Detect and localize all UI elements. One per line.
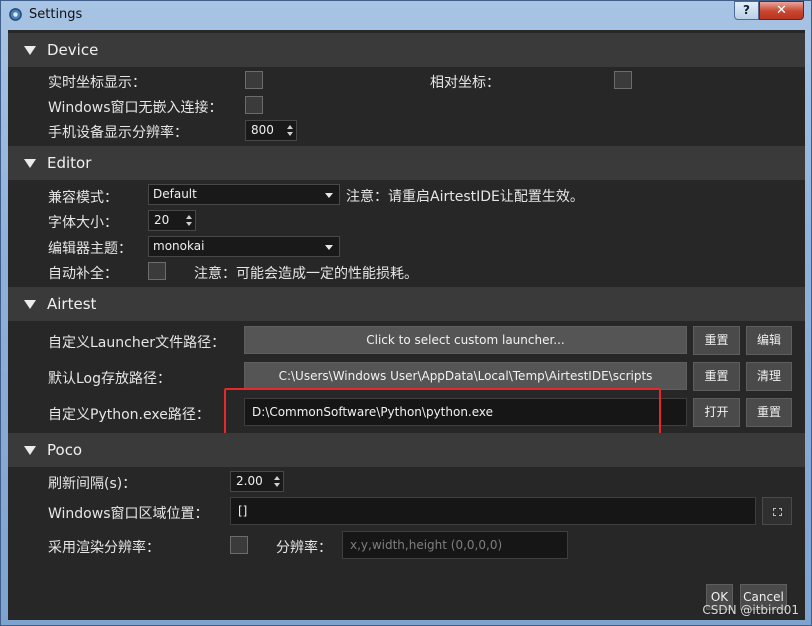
autocomplete-checkbox[interactable] [148, 262, 166, 280]
section-device-header[interactable]: Device [8, 33, 805, 67]
theme-label: 编辑器主题： [48, 241, 132, 257]
log-reset-button[interactable]: 重置 [693, 362, 740, 391]
realtime-coords-label: 实时坐标显示： [48, 75, 146, 91]
relative-coords-label: 相对坐标： [430, 75, 500, 91]
window-region-field[interactable]: [] [230, 497, 756, 525]
gear-icon [9, 8, 22, 21]
python-open-button[interactable]: 打开 [693, 398, 740, 427]
font-size-label: 字体大小： [48, 215, 118, 231]
section-airtest-header[interactable]: Airtest [8, 287, 805, 321]
select-value: Default [153, 187, 197, 201]
collapse-arrow-icon [24, 300, 36, 309]
spin-down-icon[interactable] [274, 483, 280, 487]
phone-resolution-spinbox[interactable]: 800 [245, 120, 297, 141]
title-bar[interactable]: Settings ? ✕ [1, 1, 811, 29]
font-size-spinbox[interactable]: 20 [148, 210, 196, 231]
fullscreen-icon [773, 508, 782, 516]
collapse-arrow-icon [24, 446, 36, 455]
resolution-input[interactable]: x,y,width,height (0,0,0,0) [342, 531, 568, 559]
chevron-down-icon [325, 245, 333, 250]
spin-down-icon[interactable] [186, 222, 192, 226]
autocomplete-label: 自动补全： [48, 266, 118, 282]
section-poco-header[interactable]: Poco [8, 433, 805, 467]
window-title: Settings [29, 7, 83, 22]
phone-resolution-label: 手机设备显示分辨率： [48, 125, 188, 141]
spin-down-icon[interactable] [287, 132, 293, 136]
help-button[interactable]: ? [734, 1, 759, 20]
render-resolution-label: 采用渲染分辨率： [48, 540, 160, 556]
refresh-interval-spinbox[interactable]: 2.00 [230, 471, 284, 492]
spinbox-value: 800 [251, 123, 274, 137]
watermark-text: CSDN @itbird01 [702, 603, 799, 617]
theme-select[interactable]: monokai [148, 236, 340, 257]
realtime-coords-checkbox[interactable] [245, 71, 263, 89]
windows-no-embed-label: Windows窗口无嵌入连接： [48, 100, 223, 116]
launcher-path-label: 自定义Launcher文件路径： [48, 335, 226, 351]
spin-up-icon[interactable] [287, 125, 293, 129]
chevron-down-icon [325, 193, 333, 198]
render-resolution-checkbox[interactable] [230, 536, 248, 554]
launcher-reset-button[interactable]: 重置 [693, 326, 740, 355]
section-title: Editor [47, 154, 92, 172]
spinbox-value: 20 [154, 213, 170, 227]
section-editor-header[interactable]: Editor [8, 146, 805, 180]
select-value: monokai [153, 239, 205, 253]
python-reset-button[interactable]: 重置 [746, 398, 792, 427]
settings-panel: Device 实时坐标显示： 相对坐标： Windows窗口无嵌入连接： 手机设… [8, 30, 805, 620]
compat-mode-label: 兼容模式： [48, 190, 118, 206]
section-title: Airtest [47, 295, 97, 313]
section-title: Poco [47, 441, 83, 459]
autocomplete-note: 注意：可能会造成一定的性能损耗。 [194, 266, 418, 282]
region-select-button[interactable] [762, 497, 792, 525]
settings-window: Settings ? ✕ Device 实时坐标显示： 相对坐标： Window… [0, 0, 812, 626]
close-button[interactable]: ✕ [759, 1, 804, 20]
windows-no-embed-checkbox[interactable] [245, 96, 263, 114]
python-path-label: 自定义Python.exe路径： [48, 407, 210, 423]
relative-coords-checkbox[interactable] [614, 71, 632, 89]
compat-mode-select[interactable]: Default [148, 184, 340, 205]
log-path-label: 默认Log存放路径： [48, 371, 172, 387]
window-region-label: Windows窗口区域位置： [48, 506, 209, 522]
collapse-arrow-icon [24, 159, 36, 168]
launcher-path-button[interactable]: Click to select custom launcher... [244, 326, 687, 354]
collapse-arrow-icon [24, 46, 36, 55]
spin-up-icon[interactable] [186, 215, 192, 219]
spin-up-icon[interactable] [274, 476, 280, 480]
log-path-button[interactable]: C:\Users\Windows User\AppData\Local\Temp… [244, 362, 687, 390]
refresh-interval-label: 刷新间隔(s)： [48, 476, 137, 492]
section-title: Device [47, 41, 99, 59]
launcher-edit-button[interactable]: 编辑 [746, 326, 792, 355]
resolution-label: 分辨率： [276, 540, 332, 556]
spinbox-value: 2.00 [236, 474, 263, 488]
log-clear-button[interactable]: 清理 [746, 362, 792, 391]
compat-mode-note: 注意：请重启AirtestIDE让配置生效。 [346, 189, 584, 205]
